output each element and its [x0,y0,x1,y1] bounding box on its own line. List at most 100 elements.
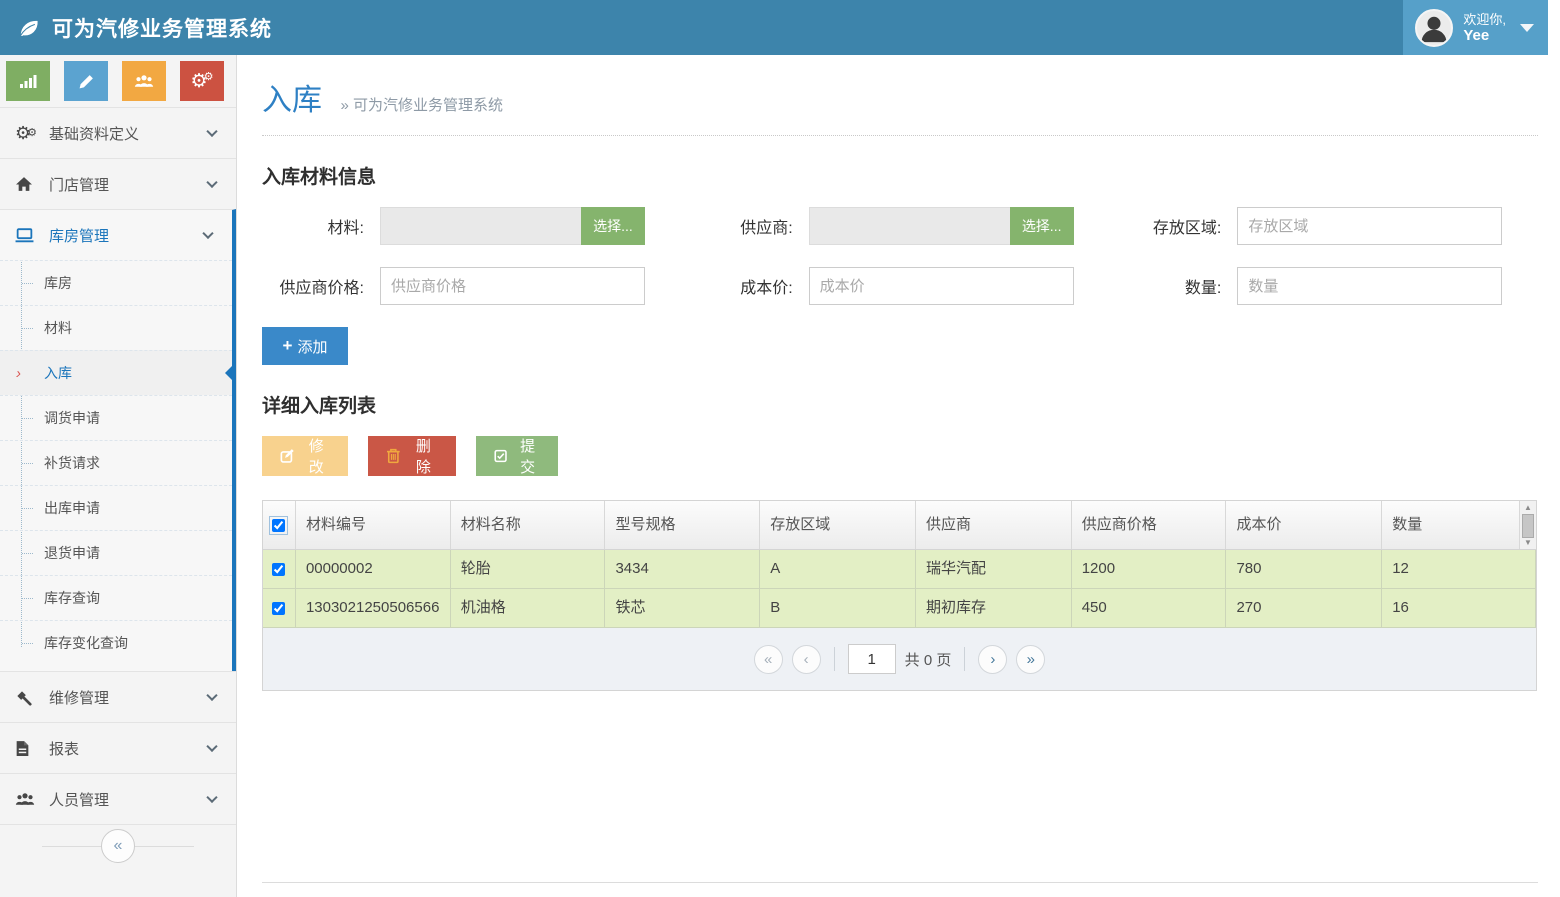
sidebar-item-personnel-row[interactable]: 人员管理 [0,774,236,824]
plus-icon: + [283,336,293,356]
pencil-icon [78,73,95,90]
material-input[interactable] [380,207,581,245]
sidebar-item-repair: 维修管理 [0,671,236,722]
supplier-field: 供应商: 选择... [691,207,1092,245]
table-row[interactable]: 00000002 轮胎 3434 A 瑞华汽配 1200 780 12 [263,550,1536,589]
table-row[interactable]: 1303021250506566 机油格 铁芯 B 期初库存 450 270 1… [263,589,1536,628]
bar-chart-button[interactable] [6,61,50,101]
scroll-down-icon[interactable]: ▼ [1520,538,1536,547]
row-checkbox[interactable] [272,602,285,615]
select-all-checkbox[interactable] [272,519,285,532]
collapse-sidebar-button[interactable]: « [101,829,135,863]
pagination-divider [964,647,965,671]
total-pages-label: 共 0 页 [905,649,952,670]
page-number-input[interactable] [848,644,896,674]
user-menu[interactable]: 欢迎你, Yee [1403,0,1548,55]
sidebar-item-stores-row[interactable]: 门店管理 [0,159,236,209]
users-button[interactable] [122,61,166,101]
prev-page-button[interactable]: ‹ [792,645,821,674]
scroll-up-icon[interactable]: ▲ [1520,503,1536,512]
main-content: 入库 » 可为汽修业务管理系统 入库材料信息 材料: 选择... 供应商: 选择… [238,55,1560,897]
chevron-down-icon [206,792,217,803]
pencil-button[interactable] [64,61,108,101]
table-scrollbar[interactable]: ▲ ▼ [1519,501,1536,549]
bar-chart-icon [19,73,37,89]
sidebar-item-warehouse-row[interactable]: 库房管理 [0,210,232,260]
gears-button[interactable]: ⚙⚙ [180,61,224,101]
supplier-input[interactable] [809,207,1010,245]
chevron-down-icon [206,126,217,137]
app-header: 可为汽修业务管理系统 欢迎你, Yee [0,0,1560,55]
chevron-down-icon [202,228,213,239]
first-page-button[interactable]: « [754,645,783,674]
quick-buttons: ⚙⚙ [0,55,236,107]
cost-field: 成本价: [691,267,1092,305]
cost-label: 成本价: [691,274,809,298]
file-icon [15,739,41,757]
sidebar-item-repair-row[interactable]: 维修管理 [0,672,236,722]
sidebar-collapse-bar: « [0,824,236,866]
area-field: 存放区域: [1119,207,1520,245]
col-material-name[interactable]: 材料名称 [451,501,606,549]
inbound-table: 材料编号 材料名称 型号规格 存放区域 供应商 供应商价格 成本价 数量 ▲ ▼… [262,500,1537,691]
person-icon [1417,11,1451,45]
col-supplier[interactable]: 供应商 [916,501,1072,549]
sidebar-subitem-stock-query[interactable]: 库存查询 [0,575,232,620]
sidebar-item-warehouse: 库房管理 库房 材料 ›入库 调货申请 补货请求 出库申请 退货申请 库存查询 … [0,209,236,671]
footer-divider [262,882,1538,883]
warehouse-submenu: 库房 材料 ›入库 调货申请 补货请求 出库申请 退货申请 库存查询 库存变化查… [0,260,232,671]
sidebar-item-base-data-row[interactable]: ⚙⚙ 基础资料定义 [0,108,236,158]
chevron-down-icon [206,690,217,701]
supplier-choose-button[interactable]: 选择... [1010,207,1074,245]
qty-field: 数量: [1119,267,1520,305]
users-icon [134,73,154,89]
area-label: 存放区域: [1119,214,1237,238]
col-model-spec[interactable]: 型号规格 [605,501,760,549]
page-head: 入库 » 可为汽修业务管理系统 [262,75,1538,136]
sidebar-subitem-return-request[interactable]: 退货申请 [0,530,232,575]
inbound-form: 材料: 选择... 供应商: 选择... 存放区域: 供应商价格: [262,207,1520,305]
supplier-price-field: 供应商价格: [262,267,663,305]
row-checkbox[interactable] [272,563,285,576]
col-supplier-price[interactable]: 供应商价格 [1072,501,1227,549]
col-storage-area[interactable]: 存放区域 [760,501,916,549]
next-page-button[interactable]: › [978,645,1007,674]
area-input[interactable] [1237,207,1502,245]
leaf-icon [16,15,42,41]
add-button[interactable]: + 添加 [262,327,348,365]
sidebar-item-personnel: 人员管理 [0,773,236,824]
supplier-price-input[interactable] [380,267,645,305]
qty-input[interactable] [1237,267,1502,305]
check-square-icon [494,448,507,464]
sidebar-subitem-stock-change-query[interactable]: 库存变化查询 [0,620,232,665]
sidebar-subitem-replenish-request[interactable]: 补货请求 [0,440,232,485]
list-actions: 修改 删除 提交 [262,436,1538,476]
inbound-list-section-title: 详细入库列表 [262,391,1538,418]
material-choose-button[interactable]: 选择... [581,207,645,245]
sidebar-subitem-material[interactable]: 材料 [0,305,232,350]
cost-input[interactable] [809,267,1074,305]
edit-icon [280,448,295,464]
scroll-thumb[interactable] [1522,514,1534,538]
edit-button[interactable]: 修改 [262,436,348,476]
col-qty[interactable]: 数量 [1382,501,1519,549]
home-icon [15,175,41,193]
user-greeting: 欢迎你, Yee [1463,12,1506,44]
col-material-id[interactable]: 材料编号 [296,501,451,549]
pagination-divider [834,647,835,671]
last-page-button[interactable]: » [1016,645,1045,674]
sidebar-subitem-outbound-request[interactable]: 出库申请 [0,485,232,530]
selected-marker-icon: › [16,351,21,396]
chevron-down-icon [206,177,217,188]
table-header: 材料编号 材料名称 型号规格 存放区域 供应商 供应商价格 成本价 数量 ▲ ▼ [263,501,1536,550]
sidebar-subitem-transfer-request[interactable]: 调货申请 [0,395,232,440]
gears-icon: ⚙⚙ [191,70,214,93]
submit-button[interactable]: 提交 [476,436,558,476]
sidebar-subitem-inbound[interactable]: ›入库 [0,350,232,395]
delete-button[interactable]: 删除 [368,436,456,476]
sidebar-subitem-warehouse[interactable]: 库房 [0,260,232,305]
sidebar-item-reports-row[interactable]: 报表 [0,723,236,773]
sidebar-item-reports: 报表 [0,722,236,773]
pagination: « ‹ 共 0 页 › » [263,628,1536,690]
col-cost-price[interactable]: 成本价 [1226,501,1382,549]
